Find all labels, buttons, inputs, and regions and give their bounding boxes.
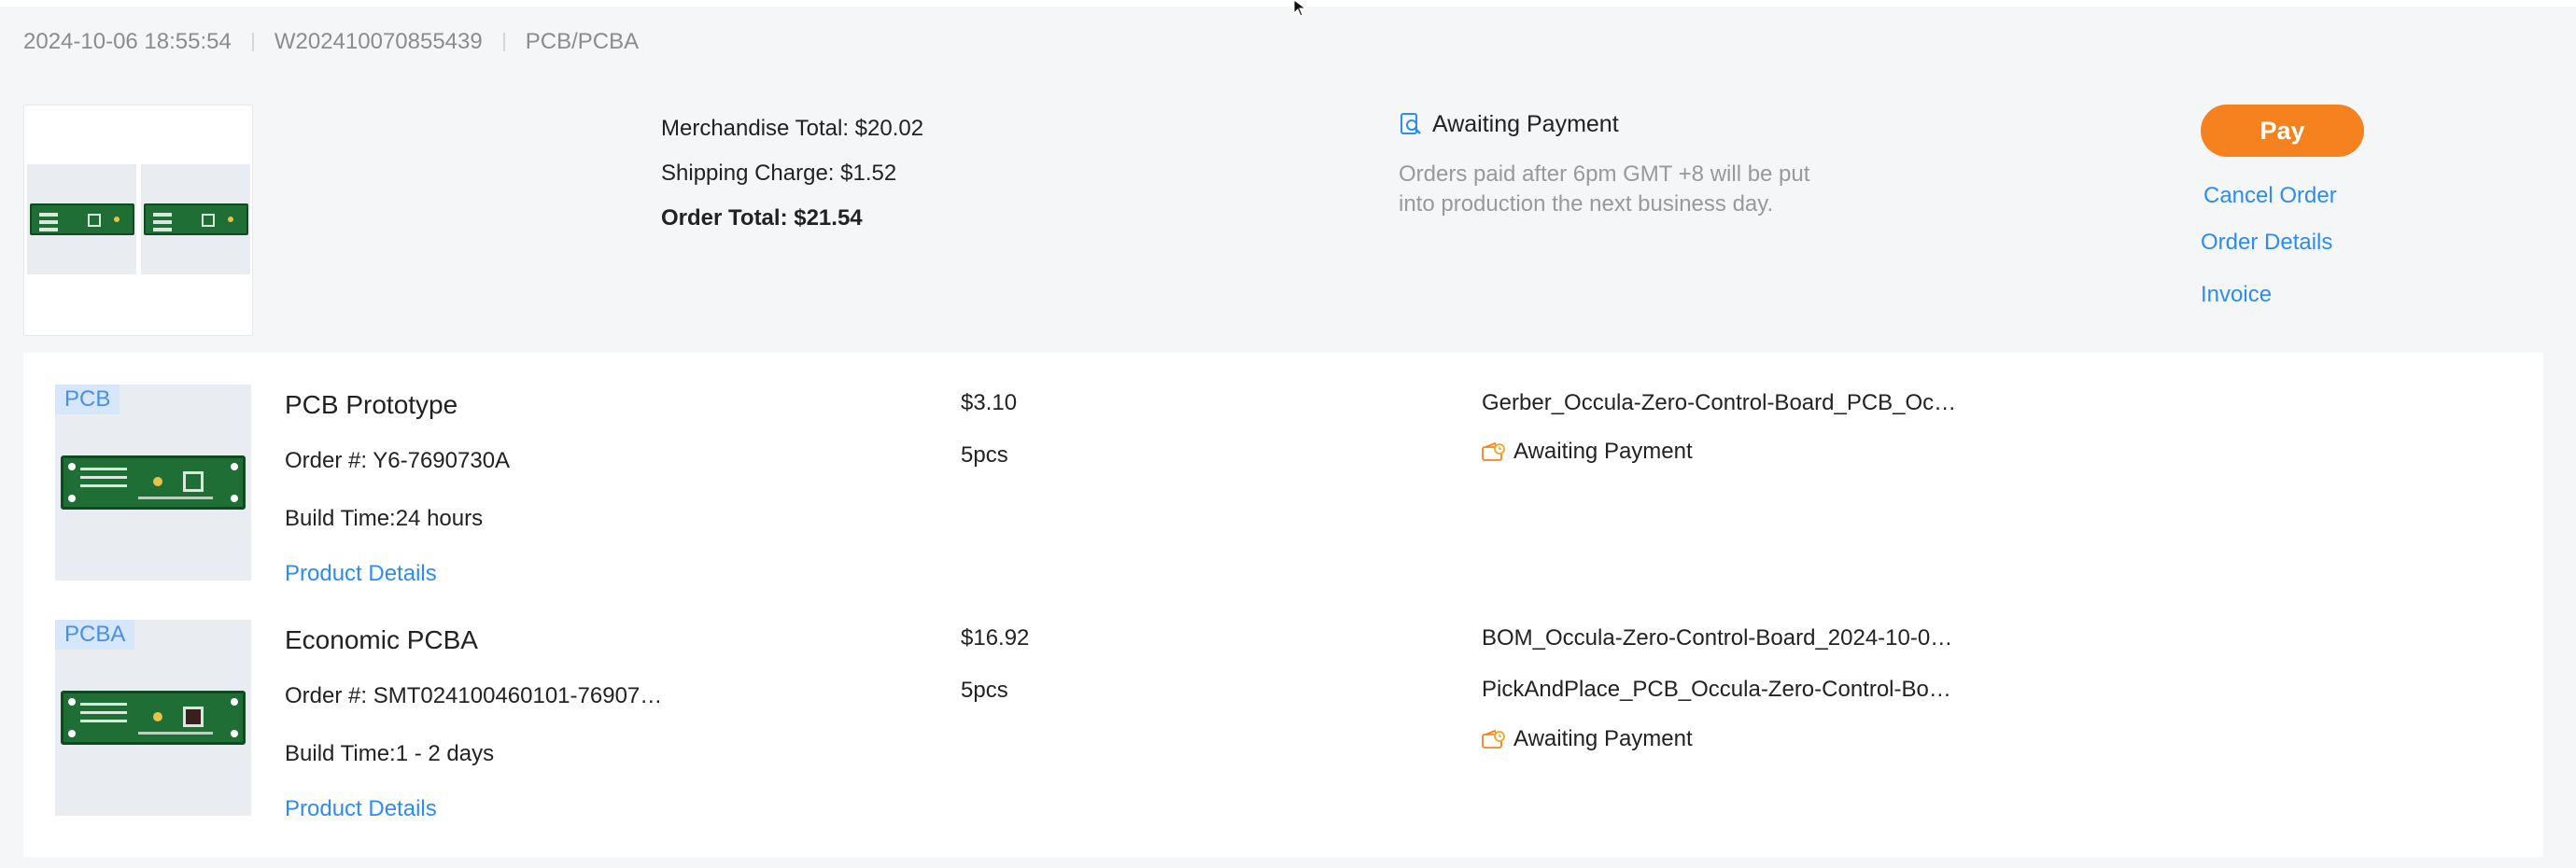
thumbnail-pcba bbox=[141, 164, 250, 274]
production-note: Orders paid after 6pm GMT +8 will be put… bbox=[1399, 160, 1884, 219]
item-status: Awaiting Payment bbox=[1482, 726, 1693, 752]
pay-button[interactable]: Pay bbox=[2201, 105, 2364, 157]
item-thumbnail: PCB bbox=[55, 385, 251, 581]
product-details-link[interactable]: Product Details bbox=[285, 561, 437, 587]
order-details-link[interactable]: Order Details bbox=[2201, 230, 2332, 256]
order-id: W202410070855439 bbox=[274, 29, 483, 54]
item-status-label: Awaiting Payment bbox=[1513, 439, 1693, 464]
pcba-board-image bbox=[143, 203, 248, 235]
item-file-name[interactable]: PickAndPlace_PCB_Occula-Zero-Control-Bo… bbox=[1482, 677, 1951, 703]
wallet-clock-icon bbox=[1482, 729, 1505, 749]
item-build-time: Build Time:1 - 2 days bbox=[285, 741, 495, 766]
item-type-tag: PCB bbox=[55, 385, 120, 414]
order-card: 2024-10-06 18:55:54 W202410070855439 PCB… bbox=[0, 0, 2576, 868]
top-strip bbox=[0, 0, 2576, 7]
item-order-number: Order #: Y6-7690730A bbox=[285, 448, 511, 473]
item-thumbnail: PCBA bbox=[55, 620, 251, 816]
item-file-name[interactable]: Gerber_Occula-Zero-Control-Board_PCB_Oc… bbox=[1482, 390, 1956, 416]
order-item: PCB PCB Prototype Order #: Y6-7690730A B… bbox=[23, 385, 2543, 609]
wallet-clock-icon bbox=[1482, 441, 1505, 461]
mouse-cursor-icon bbox=[1293, 0, 1307, 17]
order-meta: 2024-10-06 18:55:54 W202410070855439 PCB… bbox=[23, 28, 639, 56]
cancel-order-link[interactable]: Cancel Order bbox=[2203, 183, 2337, 209]
order-thumbnails bbox=[23, 105, 253, 336]
order-totals: Merchandise Total: $20.02 Shipping Charg… bbox=[661, 106, 923, 241]
invoice-link[interactable]: Invoice bbox=[2201, 282, 2272, 308]
item-file-name[interactable]: BOM_Occula-Zero-Control-Board_2024-10-0… bbox=[1482, 625, 1952, 651]
status-title: Awaiting Payment bbox=[1399, 107, 1884, 141]
order-datetime: 2024-10-06 18:55:54 bbox=[23, 29, 232, 54]
document-search-icon bbox=[1401, 113, 1421, 134]
order-actions: Pay Cancel Order Order Details Invoice bbox=[2201, 105, 2387, 307]
note-line-1: Orders paid after 6pm GMT +8 will be put bbox=[1399, 161, 1810, 187]
meta-divider bbox=[251, 33, 254, 51]
meta-divider bbox=[502, 33, 505, 51]
item-name: Economic PCBA bbox=[285, 625, 478, 654]
item-build-time: Build Time:24 hours bbox=[285, 506, 484, 531]
status-label: Awaiting Payment bbox=[1432, 110, 1619, 137]
item-name: PCB Prototype bbox=[285, 390, 458, 419]
item-price: $16.92 bbox=[961, 625, 1030, 651]
order-items: PCB PCB Prototype Order #: Y6-7690730A B… bbox=[23, 353, 2543, 857]
item-quantity: 5pcs bbox=[961, 442, 1008, 468]
product-details-link[interactable]: Product Details bbox=[285, 796, 437, 822]
order-category: PCB/PCBA bbox=[525, 29, 640, 54]
note-line-2: into production the next business day. bbox=[1399, 191, 1774, 217]
item-order-number: Order #: SMT024100460101-76907… bbox=[285, 683, 663, 708]
pcb-board-image bbox=[61, 455, 246, 510]
shipping-charge: Shipping Charge: $1.52 bbox=[661, 161, 897, 186]
payment-status: Awaiting Payment Orders paid after 6pm G… bbox=[1399, 107, 1884, 219]
thumbnail-pcb bbox=[27, 164, 136, 274]
merchandise-total: Merchandise Total: $20.02 bbox=[661, 116, 924, 141]
item-price: $3.10 bbox=[961, 390, 1018, 415]
pcba-board-image bbox=[61, 691, 246, 745]
order-total: Order Total: $21.54 bbox=[661, 205, 863, 231]
item-quantity: 5pcs bbox=[961, 678, 1008, 703]
item-status-label: Awaiting Payment bbox=[1513, 726, 1693, 751]
pcb-board-image bbox=[29, 203, 134, 235]
item-type-tag: PCBA bbox=[55, 620, 135, 650]
item-status: Awaiting Payment bbox=[1482, 439, 1693, 465]
order-item: PCBA Economic PCBA Order #: SMT024100460… bbox=[23, 620, 2543, 844]
